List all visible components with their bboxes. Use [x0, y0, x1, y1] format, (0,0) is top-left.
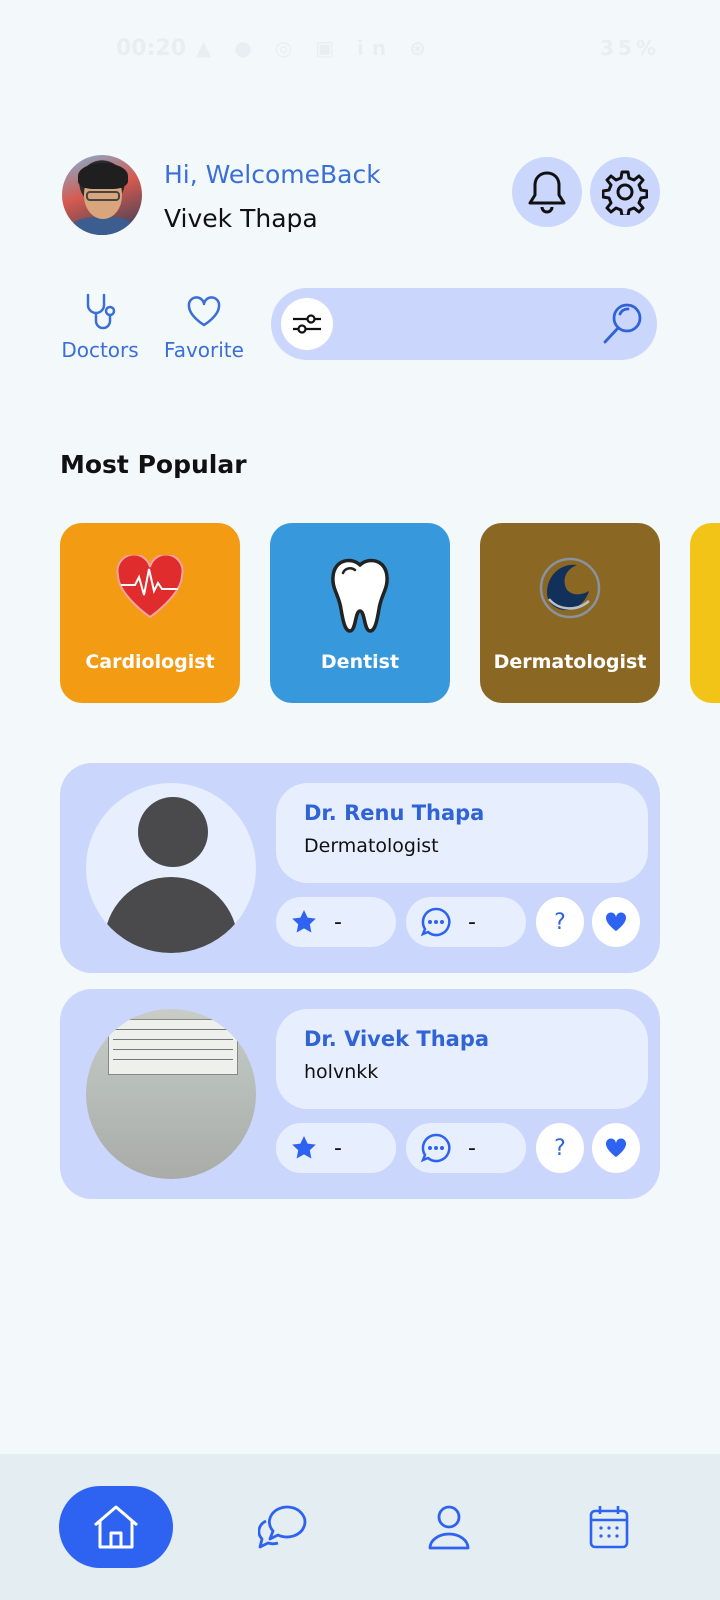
status-time: 00:20	[116, 36, 187, 61]
category-label: Dentist	[320, 651, 400, 673]
battery-level: 35%	[600, 36, 660, 60]
stethoscope-icon	[86, 293, 116, 330]
notification-icons: ▲ ● ◎ ▣ in ⊛	[196, 36, 434, 60]
nav-calendar[interactable]	[574, 1486, 644, 1568]
heart-outline-icon	[187, 296, 221, 327]
doctors-link[interactable]: Doctors	[52, 292, 148, 362]
greeting-text: Hi, WelcomeBack	[164, 160, 381, 189]
nav-chat[interactable]	[250, 1486, 320, 1568]
doctor-info[interactable]: Dr. Vivek Thapa holvnkk	[276, 1009, 648, 1109]
star-icon	[292, 910, 316, 933]
nav-profile[interactable]	[414, 1486, 484, 1568]
doctor-specialty: holvnkk	[304, 1061, 379, 1083]
star-icon	[292, 1136, 316, 1159]
rating-value: -	[334, 909, 342, 935]
heart-filled-icon	[605, 1138, 627, 1157]
sliders-icon	[293, 314, 321, 334]
user-avatar[interactable]	[62, 155, 142, 235]
help-button[interactable]: ?	[536, 897, 584, 947]
bell-icon	[528, 171, 566, 214]
filter-button[interactable]	[281, 298, 333, 350]
category-cardiologist[interactable]: Cardiologist	[60, 523, 240, 703]
tooth-icon	[331, 558, 389, 633]
favorite-button[interactable]	[592, 897, 640, 947]
bottom-nav	[0, 1454, 720, 1600]
comment-icon	[420, 907, 451, 937]
category-label: Cardiologist	[85, 651, 215, 673]
settings-button[interactable]	[590, 157, 660, 227]
doctor-info[interactable]: Dr. Renu Thapa Dermatologist	[276, 783, 648, 883]
doctor-name: Dr. Renu Thapa	[304, 801, 485, 825]
profile-icon	[428, 1505, 470, 1550]
doctor-name: Dr. Vivek Thapa	[304, 1027, 490, 1051]
search-icon[interactable]	[599, 300, 645, 348]
rating-value: -	[334, 1135, 342, 1161]
category-label: Dermatologist	[493, 651, 647, 673]
gear-icon	[602, 170, 648, 215]
status-bar: 00:20 ▲ ● ◎ ▣ in ⊛ 35%	[0, 30, 720, 70]
category-partial[interactable]	[690, 523, 720, 703]
search-bar[interactable]	[271, 288, 657, 360]
doctor-specialty: Dermatologist	[304, 835, 439, 857]
calendar-icon	[589, 1506, 629, 1549]
home-icon	[94, 1505, 138, 1549]
comments-value: -	[468, 1135, 476, 1161]
help-label: ?	[554, 909, 566, 935]
comments-pill[interactable]: -	[406, 1123, 526, 1173]
section-title-most-popular: Most Popular	[60, 450, 247, 479]
help-button[interactable]: ?	[536, 1123, 584, 1173]
dermatology-logo-icon	[539, 557, 601, 619]
user-name: Vivek Thapa	[164, 204, 318, 233]
rating-pill[interactable]: -	[276, 897, 396, 947]
doctors-label: Doctors	[61, 338, 139, 362]
rating-pill[interactable]: -	[276, 1123, 396, 1173]
doctor-photo	[86, 1009, 256, 1179]
doctor-avatar-placeholder	[86, 783, 256, 953]
comment-icon	[420, 1133, 451, 1163]
heart-filled-icon	[605, 912, 627, 931]
help-label: ?	[554, 1135, 566, 1161]
nav-home[interactable]	[59, 1486, 173, 1568]
comments-value: -	[468, 909, 476, 935]
notifications-button[interactable]	[512, 157, 582, 227]
doctor-card[interactable]: Dr. Vivek Thapa holvnkk - - ?	[60, 989, 660, 1199]
favorite-link[interactable]: Favorite	[156, 292, 252, 362]
category-dentist[interactable]: Dentist	[270, 523, 450, 703]
doctor-card[interactable]: Dr. Renu Thapa Dermatologist - - ?	[60, 763, 660, 973]
favorite-label: Favorite	[164, 338, 244, 362]
favorite-button[interactable]	[592, 1123, 640, 1173]
chat-icon	[258, 1505, 307, 1549]
comments-pill[interactable]: -	[406, 897, 526, 947]
heart-pulse-icon	[116, 555, 184, 619]
category-dermatologist[interactable]: Dermatologist	[480, 523, 660, 703]
